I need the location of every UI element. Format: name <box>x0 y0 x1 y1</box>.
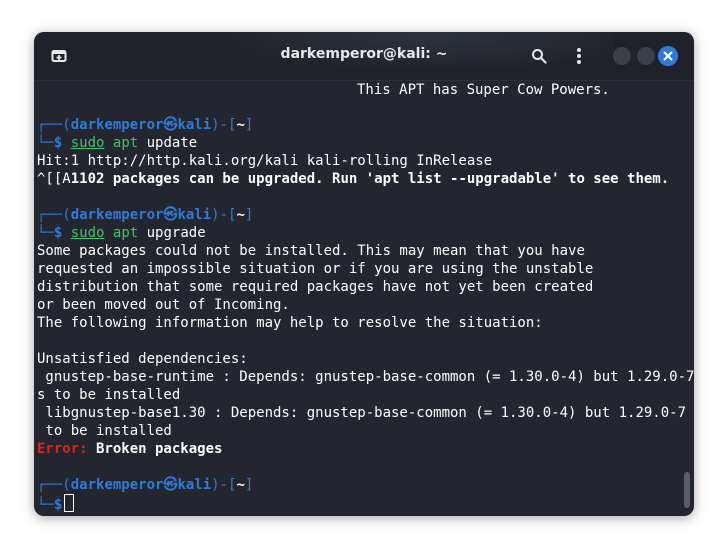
error-label: Error: <box>37 441 88 457</box>
prompt-line-top: ┌──(darkemperor㉿kali)-[~] <box>37 477 254 493</box>
cmd-apt: apt <box>112 135 139 151</box>
prompt-at: ㉿ <box>163 117 178 133</box>
prompt-at: ㉿ <box>163 207 178 223</box>
output-bold: 1102 packages can be upgraded. Run 'apt … <box>70 171 670 187</box>
output-prefix: ^[[A <box>37 171 71 187</box>
prompt-path: ~ <box>236 117 245 133</box>
prompt-line-top: ┌──(darkemperor㉿kali)-[~] <box>37 207 254 223</box>
prompt-line-top: ┌──(darkemperor㉿kali)-[~] <box>37 117 254 133</box>
output-line: Some packages could not be installed. Th… <box>37 243 585 259</box>
output-line: requested an impossible situation or if … <box>37 261 594 277</box>
output-line: distribution that some required packages… <box>37 279 594 295</box>
prompt-line-cmd[interactable]: └─$ <box>37 494 75 513</box>
cmd-apt: apt <box>112 225 139 241</box>
prompt-user: darkemperor <box>70 117 164 133</box>
error-text: Broken packages <box>87 441 223 457</box>
output-line: ^[[A1102 packages can be upgraded. Run '… <box>37 170 669 188</box>
prompt-line-cmd: └─$ sudo apt upgrade <box>37 225 206 241</box>
motd-line: This APT has Super Cow Powers. <box>357 82 610 98</box>
prompt-line-cmd: └─$ sudo apt update <box>37 135 198 151</box>
menu-button[interactable] <box>567 44 591 68</box>
kebab-menu-icon <box>577 48 581 64</box>
search-icon <box>532 49 547 64</box>
output-line: Unsatisfied dependencies: <box>37 351 248 367</box>
output-line: to be installed <box>37 423 172 439</box>
terminal-window: darkemperor@kali: ~ This APT has Super C… <box>34 32 694 516</box>
prompt-path: ~ <box>236 207 245 223</box>
output-line: The following information may help to re… <box>37 315 543 331</box>
prompt-at: ㉿ <box>163 477 178 493</box>
prompt-host: kali <box>177 117 212 133</box>
title-bar[interactable]: darkemperor@kali: ~ <box>34 32 694 81</box>
prompt-user: darkemperor <box>70 207 164 223</box>
terminal-output[interactable]: This APT has Super Cow Powers. ┌──(darke… <box>34 81 694 516</box>
prompt-user: darkemperor <box>70 477 164 493</box>
minimize-button[interactable] <box>613 47 631 65</box>
cmd-sudo: sudo <box>70 135 105 151</box>
output-line: gnustep-base-runtime : Depends: gnustep-… <box>37 369 694 385</box>
window-title: darkemperor@kali: ~ <box>280 46 448 62</box>
output-line: or been moved out of Incoming. <box>37 297 290 313</box>
cmd-arg: update <box>146 135 198 151</box>
cmd-arg: upgrade <box>146 225 206 241</box>
prompt-host: kali <box>177 477 212 493</box>
cmd-sudo: sudo <box>70 225 105 241</box>
output-line: Hit:1 http://http.kali.org/kali kali-rol… <box>37 153 493 169</box>
output-line: libgnustep-base1.30 : Depends: gnustep-b… <box>37 405 694 421</box>
scrollbar[interactable] <box>684 472 690 508</box>
prompt-path: ~ <box>236 477 245 493</box>
close-icon <box>663 51 673 61</box>
error-line: Error: Broken packages <box>37 440 222 458</box>
close-button[interactable] <box>658 46 678 66</box>
prompt-host: kali <box>177 207 212 223</box>
maximize-button[interactable] <box>637 47 655 65</box>
output-line: s to be installed <box>37 387 181 403</box>
text-cursor <box>64 494 75 512</box>
search-button[interactable] <box>527 44 551 68</box>
